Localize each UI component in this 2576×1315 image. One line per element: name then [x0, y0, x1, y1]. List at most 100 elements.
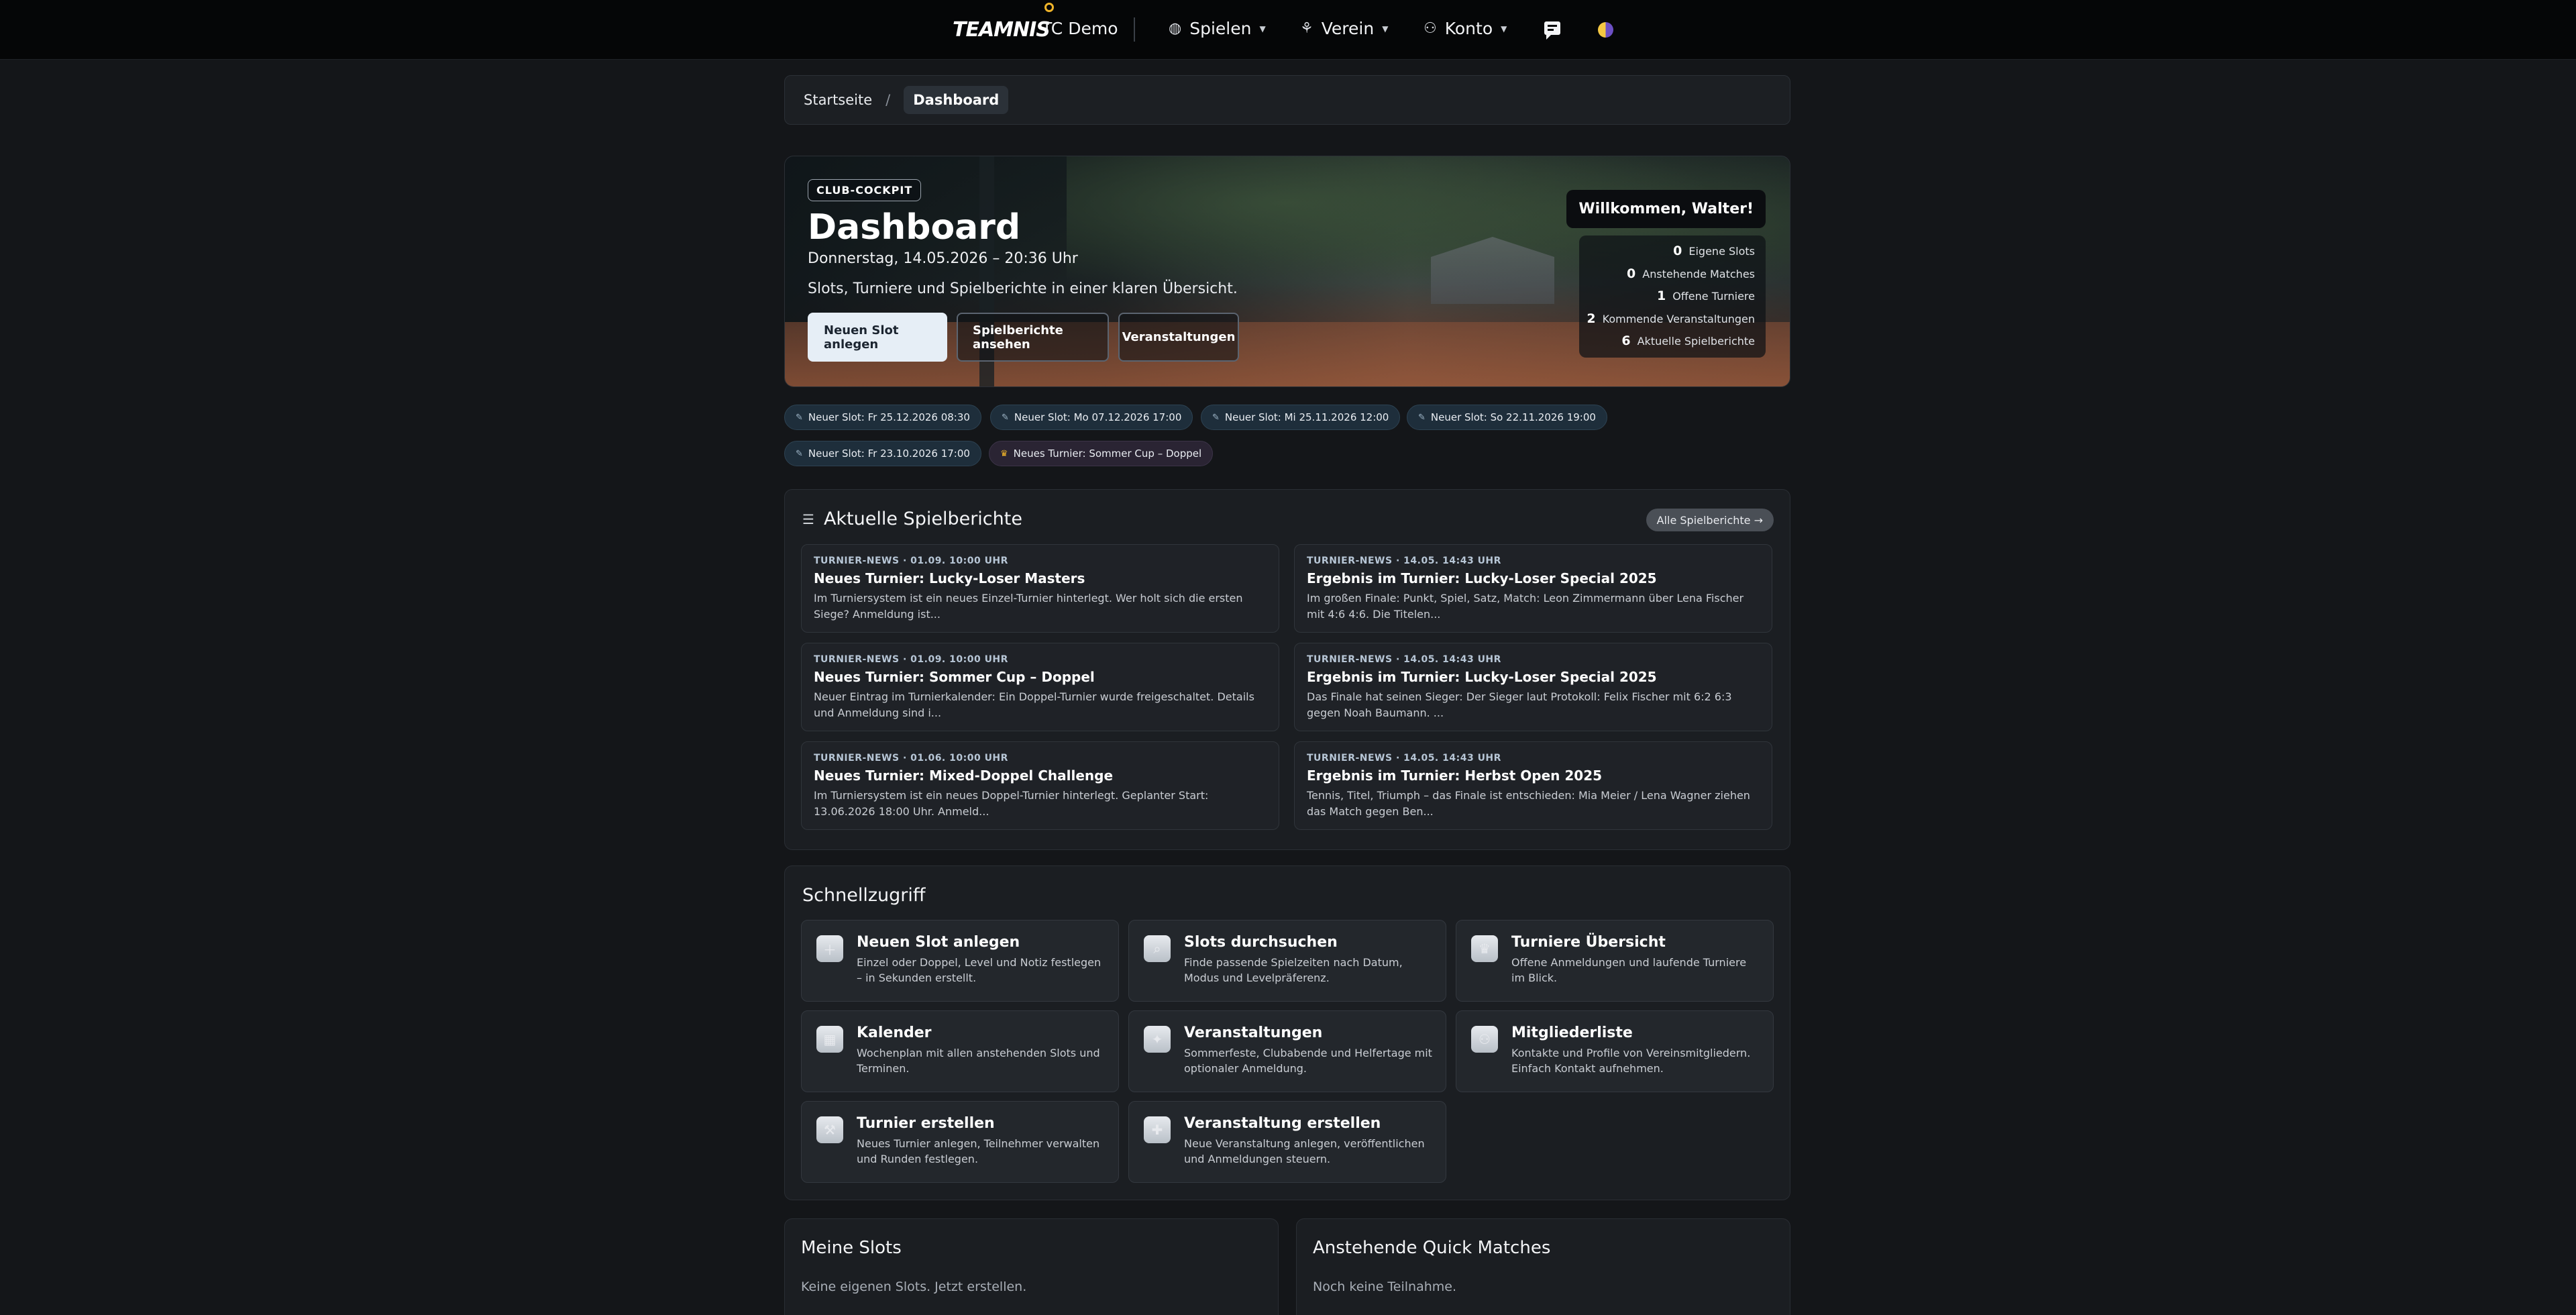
racket-icon: ✎ — [1212, 412, 1220, 423]
calendar-icon: ▦ — [816, 1026, 843, 1053]
report-meta: TURNIER-NEWS · 14.05. 14:43 UHR — [1307, 654, 1501, 665]
tile-title: Veranstaltung erstellen — [1184, 1115, 1381, 1132]
report-title: Neues Turnier: Sommer Cup – Doppel — [814, 669, 1095, 685]
quick-tile-members[interactable]: ⚇ Mitgliederliste Kontakte und Profile v… — [1456, 1010, 1774, 1092]
tools-icon: ⚒ — [816, 1116, 843, 1143]
tile-title: Turniere Übersicht — [1511, 934, 1666, 951]
report-card[interactable]: TURNIER-NEWS · 14.05. 14:43 UHR Ergebnis… — [1294, 643, 1772, 731]
stat-value: 0 — [1627, 266, 1636, 281]
event-add-icon: ✚ — [1144, 1116, 1171, 1143]
theme-toggle-icon[interactable] — [1598, 22, 1613, 38]
quick-tile-tournaments[interactable]: ♛ Turniere Übersicht Offene Anmeldungen … — [1456, 920, 1774, 1002]
breadcrumb-home-link[interactable]: Startseite — [804, 92, 872, 108]
report-title: Ergebnis im Turnier: Lucky-Loser Special… — [1307, 669, 1657, 685]
quick-matches-empty-text: Noch keine Teilnahme. — [1313, 1279, 1457, 1294]
report-title: Ergebnis im Turnier: Herbst Open 2025 — [1307, 768, 1603, 784]
stat-label: Anstehende Matches — [1642, 267, 1755, 280]
tile-title: Turnier erstellen — [857, 1115, 995, 1132]
tennis-ball-icon — [1044, 3, 1054, 12]
report-meta: TURNIER-NEWS · 14.05. 14:43 UHR — [1307, 556, 1501, 566]
quick-tile-search-slots[interactable]: ⌕ Slots durchsuchen Finde passende Spiel… — [1128, 920, 1446, 1002]
activity-chip[interactable]: ♛ Neues Turnier: Sommer Cup – Doppel — [989, 441, 1214, 466]
new-slot-button[interactable]: Neuen Slot anlegen — [808, 313, 947, 362]
chip-label: Neuer Slot: Mo 07.12.2026 17:00 — [1014, 411, 1182, 423]
report-excerpt: Neuer Eintrag im Turnierkalender: Ein Do… — [814, 690, 1254, 719]
nav-menu-konto[interactable]: ⚇ Konto ▼ — [1424, 19, 1507, 38]
chip-label: Neues Turnier: Sommer Cup – Doppel — [1013, 448, 1202, 460]
activity-chip[interactable]: ✎ Neuer Slot: Mo 07.12.2026 17:00 — [990, 405, 1193, 430]
report-card[interactable]: TURNIER-NEWS · 01.06. 10:00 UHR Neues Tu… — [801, 741, 1279, 830]
report-meta: TURNIER-NEWS · 14.05. 14:43 UHR — [1307, 753, 1501, 764]
stat-open-tournaments: 1 Offene Turniere — [1579, 288, 1755, 311]
top-navigation: TEAMNIS TC Demo ◍ Spielen ▼ ⚘ Verein ▼ ⚇… — [0, 0, 2576, 60]
stat-value: 0 — [1673, 244, 1682, 258]
report-meta: TURNIER-NEWS · 01.09. 10:00 UHR — [814, 556, 1008, 566]
activity-chip[interactable]: ✎ Neuer Slot: So 22.11.2026 19:00 — [1407, 405, 1607, 430]
caret-down-icon: ▼ — [1382, 23, 1389, 34]
activity-chip[interactable]: ✎ Neuer Slot: Fr 23.10.2026 17:00 — [784, 441, 981, 466]
report-excerpt: Im großen Finale: Punkt, Spiel, Satz, Ma… — [1307, 592, 1744, 621]
reports-heading: ☰ Aktuelle Spielberichte — [802, 509, 1022, 529]
report-card[interactable]: TURNIER-NEWS · 01.09. 10:00 UHR Neues Tu… — [801, 643, 1279, 731]
tile-title: Neuen Slot anlegen — [857, 934, 1020, 951]
stat-upcoming-matches: 0 Anstehende Matches — [1579, 266, 1755, 289]
hero-banner: CLUB-COCKPIT Dashboard Donnerstag, 14.05… — [784, 156, 1790, 387]
tennis-ball-icon: ◍ — [1169, 20, 1182, 37]
tile-description: Einzel oder Doppel, Level und Notiz fest… — [857, 956, 1102, 984]
quick-access-section: Schnellzugriff ＋ Neuen Slot anlegen Einz… — [784, 865, 1790, 1200]
stat-value: 6 — [1621, 333, 1631, 348]
nav-label-verein: Verein — [1321, 19, 1375, 38]
tile-description: Finde passende Spielzeiten nach Datum, M… — [1184, 956, 1403, 984]
tile-description: Wochenplan mit allen anstehenden Slots u… — [857, 1047, 1100, 1075]
report-meta: TURNIER-NEWS · 01.06. 10:00 UHR — [814, 753, 1008, 764]
page-title: Dashboard — [808, 207, 1021, 248]
brand-logo[interactable]: TEAMNIS — [953, 3, 1054, 50]
hero-actions: Neuen Slot anlegen Spielberichte ansehen… — [808, 313, 1239, 362]
racket-icon: ✎ — [796, 448, 803, 459]
view-reports-button[interactable]: Spielberichte ansehen — [957, 313, 1109, 362]
my-slots-empty-text[interactable]: Keine eigenen Slots. Jetzt erstellen. — [801, 1279, 1026, 1294]
stat-label: Eigene Slots — [1688, 245, 1755, 258]
quick-tile-create-tournament[interactable]: ⚒ Turnier erstellen Neues Turnier anlege… — [801, 1101, 1119, 1183]
nav-menu-verein[interactable]: ⚘ Verein ▼ — [1300, 19, 1388, 38]
report-title: Neues Turnier: Mixed-Doppel Challenge — [814, 768, 1114, 784]
tile-description: Kontakte und Profile von Vereinsmitglied… — [1511, 1047, 1751, 1075]
user-icon: ⚇ — [1424, 20, 1437, 37]
list-icon: ☰ — [802, 511, 814, 527]
racket-icon: ✎ — [1418, 412, 1426, 423]
report-card[interactable]: TURNIER-NEWS · 14.05. 14:43 UHR Ergebnis… — [1294, 741, 1772, 830]
reports-title: Aktuelle Spielberichte — [823, 509, 1022, 529]
tile-title: Kalender — [857, 1024, 932, 1041]
nav-label-konto: Konto — [1444, 19, 1493, 38]
welcome-badge: Willkommen, Walter! — [1566, 190, 1766, 228]
messages-icon[interactable] — [1544, 21, 1560, 40]
club-icon: ⚘ — [1300, 20, 1313, 37]
stat-value: 1 — [1656, 288, 1666, 303]
activity-chip[interactable]: ✎ Neuer Slot: Fr 25.12.2026 08:30 — [784, 405, 981, 430]
nav-menu-spielen[interactable]: ◍ Spielen ▼ — [1169, 19, 1266, 38]
report-excerpt: Im Turniersystem ist ein neues Doppel-Tu… — [814, 789, 1209, 818]
breadcrumb-separator: / — [885, 92, 891, 108]
quick-tile-events[interactable]: ✦ Veranstaltungen Sommerfeste, Clubabend… — [1128, 1010, 1446, 1092]
stat-value: 2 — [1587, 311, 1596, 326]
activity-chip[interactable]: ✎ Neuer Slot: Mi 25.11.2026 12:00 — [1201, 405, 1401, 430]
stat-label: Kommende Veranstaltungen — [1602, 312, 1755, 325]
report-title: Ergebnis im Turnier: Lucky-Loser Special… — [1307, 570, 1657, 586]
report-card[interactable]: TURNIER-NEWS · 01.09. 10:00 UHR Neues Tu… — [801, 544, 1279, 633]
quick-matches-section: Anstehende Quick Matches Noch keine Teil… — [1296, 1218, 1790, 1315]
report-title: Neues Turnier: Lucky-Loser Masters — [814, 570, 1085, 586]
quick-tile-create-event[interactable]: ✚ Veranstaltung erstellen Neue Veranstal… — [1128, 1101, 1446, 1183]
stat-label: Aktuelle Spielberichte — [1637, 335, 1755, 348]
report-excerpt: Tennis, Titel, Triumph – das Finale ist … — [1307, 789, 1750, 818]
quick-tile-new-slot[interactable]: ＋ Neuen Slot anlegen Einzel oder Doppel,… — [801, 920, 1119, 1002]
club-name[interactable]: TC Demo — [1042, 19, 1118, 38]
chip-label: Neuer Slot: Mi 25.11.2026 12:00 — [1224, 411, 1389, 423]
quick-tile-calendar[interactable]: ▦ Kalender Wochenplan mit allen anstehen… — [801, 1010, 1119, 1092]
racket-icon: ✎ — [796, 412, 803, 423]
report-card[interactable]: TURNIER-NEWS · 14.05. 14:43 UHR Ergebnis… — [1294, 544, 1772, 633]
quick-matches-title: Anstehende Quick Matches — [1313, 1238, 1551, 1258]
all-reports-button[interactable]: Alle Spielberichte → — [1646, 509, 1774, 531]
breadcrumb-current: Dashboard — [904, 86, 1009, 114]
events-button[interactable]: Veranstaltungen — [1118, 313, 1239, 362]
chip-label: Neuer Slot: Fr 25.12.2026 08:30 — [808, 411, 970, 423]
